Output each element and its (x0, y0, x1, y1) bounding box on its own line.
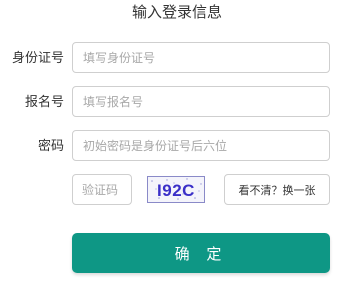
password-input[interactable] (72, 130, 330, 161)
login-form: 输入登录信息 身份证号 报名号 密码 I92C 看不清？换一张 确 定 (0, 0, 348, 286)
captcha-input[interactable] (72, 174, 132, 205)
refresh-captcha-button[interactable]: 看不清？换一张 (224, 174, 330, 205)
captcha-image[interactable]: I92C (147, 176, 205, 203)
registration-number-input[interactable] (72, 86, 330, 117)
id-number-input[interactable] (72, 42, 330, 73)
id-number-label: 身份证号 (11, 51, 64, 66)
form-title: 输入登录信息 (131, 3, 222, 21)
registration-number-label: 报名号 (24, 95, 64, 110)
password-label: 密码 (37, 139, 64, 154)
submit-button[interactable]: 确 定 (72, 233, 330, 273)
captcha-text: I92C (157, 181, 195, 200)
